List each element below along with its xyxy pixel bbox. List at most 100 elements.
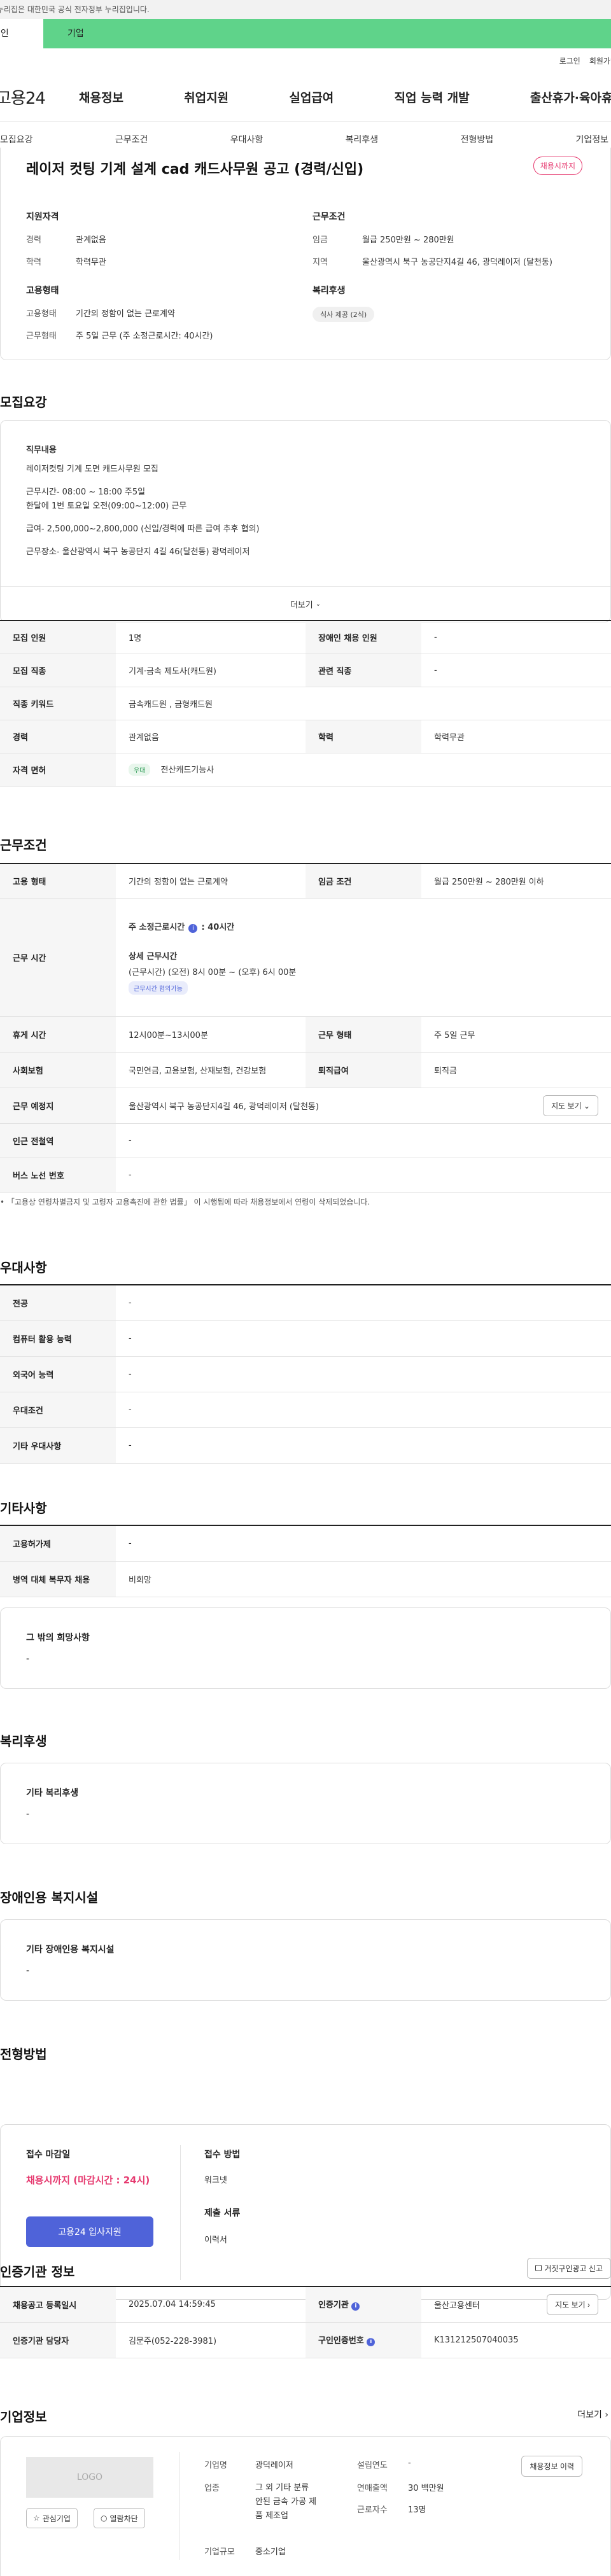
- qualification-block: 지원자격 경력 관계없음 학력 학력무관: [26, 210, 281, 277]
- conditions-block: 근무조건 임금 월급 250만원 ~ 280만원 지역 울산광역시 북구 농공단지4…: [313, 210, 605, 277]
- apply-button[interactable]: 고용24 입사지원: [26, 2216, 153, 2247]
- tab-personal[interactable]: 개인: [0, 19, 43, 48]
- snb-item-preferences[interactable]: 우대사항: [230, 133, 263, 146]
- gov-notice-bar: 이 누리집은 대한민국 공식 전자정부 누리집입니다.: [0, 0, 611, 19]
- job-line: 레이저컷팅 기계 도면 캐드사무원 모집: [26, 465, 158, 474]
- keyword-value: 금속캐드원 , 금형캐드원: [116, 687, 611, 720]
- work-hours-cell: 주 소정근로시간 i : 40시간 상세 근무시간 (근무시간) (오전) 8시…: [116, 898, 611, 1017]
- report-fake-ad-button[interactable]: 거짓구인광고 신고: [527, 2258, 611, 2279]
- site-logo[interactable]: 고용24: [0, 85, 60, 109]
- gnb-item-training[interactable]: 직업 능력 개발: [395, 88, 470, 106]
- disabled-hire-label: 장애인 채용 인원: [306, 620, 421, 654]
- block-company-button[interactable]: ○ 열람차단: [94, 2508, 145, 2528]
- tab-company[interactable]: 기업: [43, 19, 611, 48]
- manager-label: 인증기관 담당자: [0, 2322, 116, 2358]
- job-category-value: 기계·금속 제도사(캐드원): [116, 654, 306, 687]
- docs-label: 제출 서류: [204, 2208, 241, 2218]
- reg-date-label: 채용공고 등록일시: [0, 2286, 116, 2323]
- region-value: 울산광역시 북구 농공단지4길 46, 광덕레이저 (달천동): [362, 258, 552, 267]
- snb-item-recruit[interactable]: 모집요강: [0, 133, 33, 146]
- headcount-label: 모집 인원: [0, 620, 116, 654]
- login-link[interactable]: 로그인: [559, 55, 580, 66]
- recruit-history-button[interactable]: 채용정보 이력: [521, 2456, 582, 2477]
- snb-item-company[interactable]: 기업정보: [575, 133, 608, 146]
- gnb-item-jobs[interactable]: 채용정보: [79, 88, 123, 106]
- work-section-title: 근무조건: [0, 837, 47, 853]
- snb-item-welfare[interactable]: 복리후생: [346, 133, 379, 146]
- circle-icon: ○: [101, 2514, 108, 2523]
- job-description-heading: 직무내용: [26, 445, 57, 455]
- work-condition-table: 고용 형태 기간의 정함이 없는 근로계약 임금 조건 월급 250만원 ~ 2…: [0, 863, 611, 1193]
- welfare-block: 복리후생 식사 제공 (2식): [313, 284, 567, 322]
- wage-label: 임금: [313, 235, 328, 245]
- table-row: 우대조건 -: [0, 1392, 611, 1428]
- table-row: 경력 관계없음 학력 학력무관: [0, 720, 611, 753]
- bus-label: 버스 노선 번호: [0, 1158, 116, 1193]
- break-label: 휴게 시간: [0, 1016, 116, 1053]
- cert-org-label: 인증기관 i: [306, 2286, 421, 2323]
- info-icon[interactable]: i: [351, 2302, 360, 2311]
- snb-item-conditions[interactable]: 근무조건: [115, 133, 148, 146]
- insurance-label: 사회보험: [0, 1052, 116, 1088]
- work-hours-label: 근무 시간: [0, 898, 116, 1017]
- cert-section-title: 인증기관 정보: [0, 2264, 75, 2279]
- deadline-badge: 채용시까지: [533, 157, 582, 175]
- utility-bar: 로그인 회원가입: [0, 48, 611, 73]
- employment-type-label: 고용 형태: [0, 864, 116, 899]
- gnb-item-unemployment-benefit[interactable]: 실업급여: [289, 88, 334, 106]
- bus-value: -: [116, 1158, 611, 1193]
- etc-table: 고용허가제 - 병역 대체 복무자 채용 비희망: [0, 1525, 611, 1597]
- weekly-hours-value: : 40시간: [201, 922, 235, 932]
- welfare-heading: 복리후생: [313, 286, 346, 296]
- license-value: 전산캐드기능사: [160, 766, 214, 775]
- qualification-heading: 지원자격: [26, 212, 59, 222]
- disabled-box: 기타 장애인용 복지시설 -: [0, 1919, 611, 2001]
- table-row: 모집 인원 1명 장애인 채용 인원 -: [0, 620, 611, 654]
- info-icon[interactable]: i: [188, 923, 198, 933]
- region-label: 지역: [313, 258, 328, 267]
- user-type-tabs: 개인 기업: [0, 19, 611, 48]
- preferred-tag: 우대: [129, 764, 151, 776]
- cert-org-cell: 울산고용센터 지도 보기 ›: [421, 2286, 611, 2323]
- gnb-item-employment-support[interactable]: 취업지원: [184, 88, 228, 106]
- favorite-company-button[interactable]: ☆ 관심기업: [26, 2508, 78, 2528]
- company-more-link[interactable]: 더보기 ›: [577, 2408, 608, 2421]
- more-button[interactable]: 더보기 ⌄: [1, 586, 610, 622]
- wage-value: 월급 250만원 ~ 280만원: [362, 235, 454, 245]
- license-value-cell: 우대 전산캐드기능사: [116, 753, 611, 787]
- gnb-item-leave[interactable]: 출산휴가·육아휴직: [530, 88, 611, 106]
- weekly-hours-label: 주 소정근로시간: [129, 922, 185, 932]
- cert-table: 채용공고 등록일시 2025.07.04 14:59:45 인증기관 i 울산고…: [0, 2286, 611, 2358]
- cert-id-value: K131212507040035: [421, 2322, 611, 2358]
- employment-type-block: 고용형태 고용형태 기간의 정함이 없는 근로계약 근무형태 주 5일 근무 (주 …: [26, 284, 281, 351]
- welfare-box: 기타 복리후생 -: [0, 1763, 611, 1844]
- career-label: 경력: [26, 235, 41, 245]
- apply-section-title: 전형방법: [0, 2047, 47, 2062]
- education-value: 학력무관: [76, 258, 106, 267]
- company-logo: LOGO: [26, 2457, 153, 2498]
- other-wishes-value: -: [26, 1654, 30, 1664]
- company-size: 기업규모 중소기업: [204, 2547, 286, 2557]
- hours-detail-value: (근무시간) (오전) 8시 00분 ~ (오후) 6시 00분: [129, 967, 297, 977]
- join-link[interactable]: 회원가입: [589, 55, 611, 66]
- job-description-card: 직무내용 레이저컷팅 기계 도면 캐드사무원 모집 근무시간- 08:00 ~ …: [0, 420, 611, 622]
- snb-item-selection[interactable]: 전형방법: [461, 133, 494, 146]
- info-icon[interactable]: i: [367, 2338, 376, 2346]
- employment-type-value: 기간의 정함이 없는 근로계약: [116, 864, 306, 899]
- table-row: 휴게 시간 12시00분~13시00분 근무 형태 주 5일 근무: [0, 1016, 611, 1053]
- table-row: 고용허가제 -: [0, 1525, 611, 1562]
- table-row: 인근 전철역 -: [0, 1123, 611, 1158]
- map-button[interactable]: 지도 보기 ›: [547, 2293, 598, 2315]
- disabled-box-value: -: [26, 1966, 30, 1976]
- severance-value: 퇴직금: [421, 1052, 611, 1088]
- gov-notice-text: 이 누리집은 대한민국 공식 전자정부 누리집입니다.: [0, 5, 150, 14]
- table-row: 직종 키워드 금속캐드원 , 금형캐드원: [0, 687, 611, 720]
- weekly-hours: 주 소정근로시간 i : 40시간: [129, 920, 598, 933]
- map-button[interactable]: 지도 보기 ⌄: [543, 1095, 598, 1116]
- other-wishes-box: 그 밖의 희망사항 -: [0, 1607, 611, 1689]
- hours-detail-title: 상세 근무시간: [129, 951, 178, 962]
- disabled-box-title: 기타 장애인용 복지시설: [26, 1945, 115, 1955]
- cert-org-value: 울산고용센터: [434, 2300, 480, 2311]
- welfare-pill: 식사 제공 (2식): [313, 307, 375, 322]
- company-industry: 업종 그 외 기타 분류 안된 금속 가공 제품 제조업: [204, 2483, 317, 2521]
